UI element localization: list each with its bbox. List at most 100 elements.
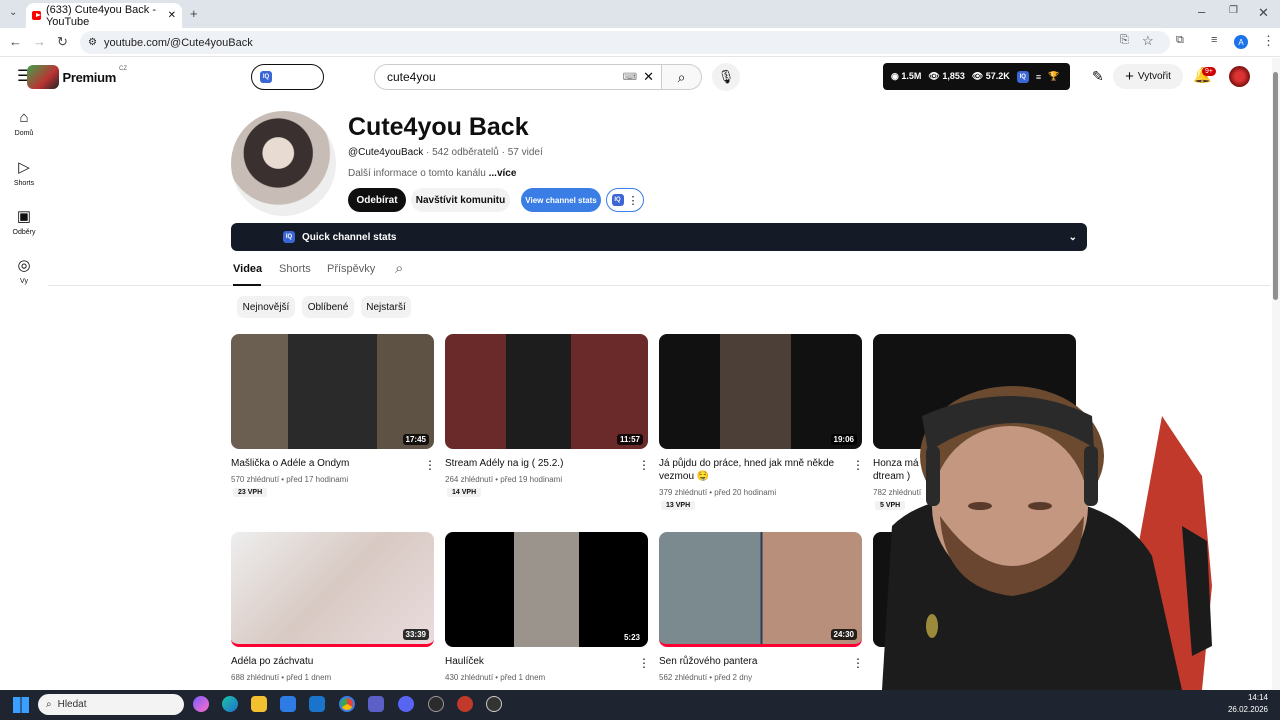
sidebar-item-label: Odběry [12, 229, 36, 236]
video-title[interactable]: Adéla po záchvatu [231, 655, 416, 668]
search-value: cute4you [387, 70, 436, 84]
copilot-icon[interactable] [193, 696, 209, 712]
vidiq-stats-bar[interactable]: ◉ 1.5M 👁 1,853 👁 57.2K IQ ≡ 🏆 [883, 63, 1070, 90]
vidiq-toggle[interactable]: IQ [251, 64, 324, 90]
chevron-down-icon[interactable]: ⌄ [1069, 232, 1077, 243]
channel-meta: @Cute4youBack · 542 odběratelů · 57 vide… [348, 147, 543, 158]
clear-search-icon[interactable]: ✕ [643, 69, 654, 85]
media-icon[interactable]: ≡ [1211, 35, 1217, 46]
view-channel-stats-button[interactable]: View channel stats [521, 188, 601, 212]
more-text: Další informace o tomto kanálu [348, 168, 486, 179]
video-title[interactable]: Stream Adély na ig ( 25.2.) [445, 457, 630, 470]
voice-search-button[interactable]: 🎙 [712, 63, 740, 91]
taskbar-search[interactable]: ⌕ Hledat [38, 694, 184, 715]
reload-icon[interactable]: ↻ [57, 35, 68, 48]
tab-videos[interactable]: Videa [233, 263, 262, 275]
browser-menu-icon[interactable]: ⋮ [1262, 34, 1275, 47]
outlook-icon[interactable] [309, 696, 325, 712]
visit-community-button[interactable]: Navštívit komunitu [411, 188, 510, 212]
notification-badge: 9+ [1202, 67, 1216, 76]
clock-time: 14:14 [1247, 693, 1268, 702]
back-icon[interactable]: ← [9, 35, 22, 48]
video-title[interactable]: Mašlička o Adéle a Ondym [231, 457, 416, 470]
sidebar-item-you[interactable]: ◎ Vy [4, 256, 44, 285]
search-input[interactable]: cute4you ⌨ ✕ [374, 64, 662, 90]
search-button[interactable]: ⌕ [662, 64, 702, 90]
edge-icon[interactable] [222, 696, 238, 712]
extensions-icon[interactable]: ⧉ [1176, 35, 1184, 46]
sidebar-item-label: Shorts [13, 180, 35, 187]
vidiq-options-button[interactable]: IQ ⋮ [606, 188, 644, 212]
video-thumbnail[interactable]: 11:57 [445, 334, 648, 449]
youtube-premium-logo[interactable]: Premium CZ [27, 64, 127, 90]
video-title[interactable]: Haulíček [445, 655, 630, 668]
sidebar-item-shorts[interactable]: ▷ Shorts [4, 158, 44, 187]
video-title[interactable]: Sen růžového pantera [659, 655, 844, 668]
close-window-icon[interactable]: ✕ [1258, 6, 1269, 19]
tab-list-icon[interactable]: ⌄ [9, 8, 17, 18]
vidiq-icon: IQ [611, 194, 624, 206]
video-thumbnail[interactable]: 33:39 [231, 532, 434, 647]
cast-icon[interactable]: ✎ [1092, 69, 1104, 83]
browser-tab-strip: ⌄ (633) Cute4you Back - YouTube ✕ + – ❐ … [0, 0, 1280, 28]
sidebar-item-home[interactable]: ⌂ Domů [4, 109, 44, 137]
new-tab-icon[interactable]: + [190, 7, 198, 20]
url-field[interactable]: ⚙ youtube.com/@Cute4youBack [80, 31, 1170, 54]
tab-close-icon[interactable]: ✕ [168, 10, 176, 21]
store-icon[interactable] [280, 696, 296, 712]
wordpad-icon[interactable] [428, 696, 444, 712]
install-icon[interactable]: ⎘ [1120, 35, 1129, 46]
windows-start-icon[interactable] [13, 697, 29, 713]
account-avatar[interactable] [1229, 66, 1250, 87]
video-menu-icon[interactable]: ⋮ [424, 458, 436, 472]
video-thumbnail[interactable]: 5:23 [445, 532, 648, 647]
app-icon-red[interactable] [457, 696, 473, 712]
chip-popular[interactable]: Oblíbené [302, 296, 354, 318]
taskbar-clock[interactable]: 14:14 26.02.2026 [1220, 692, 1268, 716]
video-title[interactable]: Já půjdu do práce, hned jak mně někde ve… [659, 457, 844, 483]
sidebar-item-label: Vy [20, 278, 28, 285]
video-menu-icon[interactable]: ⋮ [638, 656, 650, 670]
subscribe-button[interactable]: Odebírat [348, 188, 406, 212]
community-label: Navštívit komunitu [415, 194, 506, 206]
views-stat: ◉ 1.5M [891, 71, 922, 81]
create-label: Vytvořit [1137, 71, 1171, 82]
browser-tab[interactable]: (633) Cute4you Back - YouTube ✕ [26, 3, 182, 28]
video-thumbnail[interactable]: 24:30 [659, 532, 862, 647]
sidebar-item-subscriptions[interactable]: ▣ Odběry [4, 207, 44, 236]
site-info-icon[interactable]: ⚙ [88, 37, 97, 48]
forward-icon[interactable]: → [33, 35, 46, 48]
video-meta: 379 zhlédnutí • před 20 hodinami [659, 488, 777, 497]
channel-search-icon[interactable]: ⌕ [395, 261, 403, 276]
tab-shorts[interactable]: Shorts [279, 263, 311, 275]
file-explorer-icon[interactable] [251, 696, 267, 712]
video-count: 57 videí [507, 147, 543, 158]
keyboard-icon[interactable]: ⌨ [623, 72, 637, 83]
chip-label: Nejnovější [242, 301, 290, 313]
chrome-icon[interactable] [339, 696, 355, 712]
bookmark-star-icon[interactable]: ☆ [1142, 34, 1154, 47]
chip-newest[interactable]: Nejnovější [237, 296, 295, 318]
more-link[interactable]: ...více [489, 168, 517, 179]
teams-icon[interactable] [368, 696, 384, 712]
video-duration: 33:39 [402, 629, 429, 640]
video-thumbnail[interactable]: 19:06 [659, 334, 862, 449]
profile-avatar[interactable]: A [1234, 35, 1248, 49]
quick-channel-stats-bar[interactable]: IQ Quick channel stats ⌄ [231, 223, 1087, 251]
taskbar-search-placeholder: Hledat [57, 699, 87, 710]
video-thumbnail[interactable]: 17:45 [231, 334, 434, 449]
maximize-icon[interactable]: ❐ [1229, 6, 1238, 16]
minimize-icon[interactable]: – [1198, 5, 1205, 18]
create-button[interactable]: + Vytvořit [1113, 64, 1183, 89]
you-icon: ◎ [17, 257, 31, 274]
chip-oldest[interactable]: Nejstarší [361, 296, 411, 318]
obs-icon[interactable] [486, 696, 502, 712]
chip-label: Oblíbené [307, 301, 349, 313]
video-menu-icon[interactable]: ⋮ [638, 458, 650, 472]
subscribe-label: Odebírat [356, 194, 398, 206]
video-meta: 562 zhlédnutí • před 2 dny [659, 673, 753, 682]
tab-posts[interactable]: Příspěvky [327, 263, 375, 275]
scrollbar-thumb[interactable] [1273, 72, 1278, 300]
channel-more-link[interactable]: Další informace o tomto kanálu ...více [348, 168, 516, 179]
discord-icon[interactable] [398, 696, 414, 712]
